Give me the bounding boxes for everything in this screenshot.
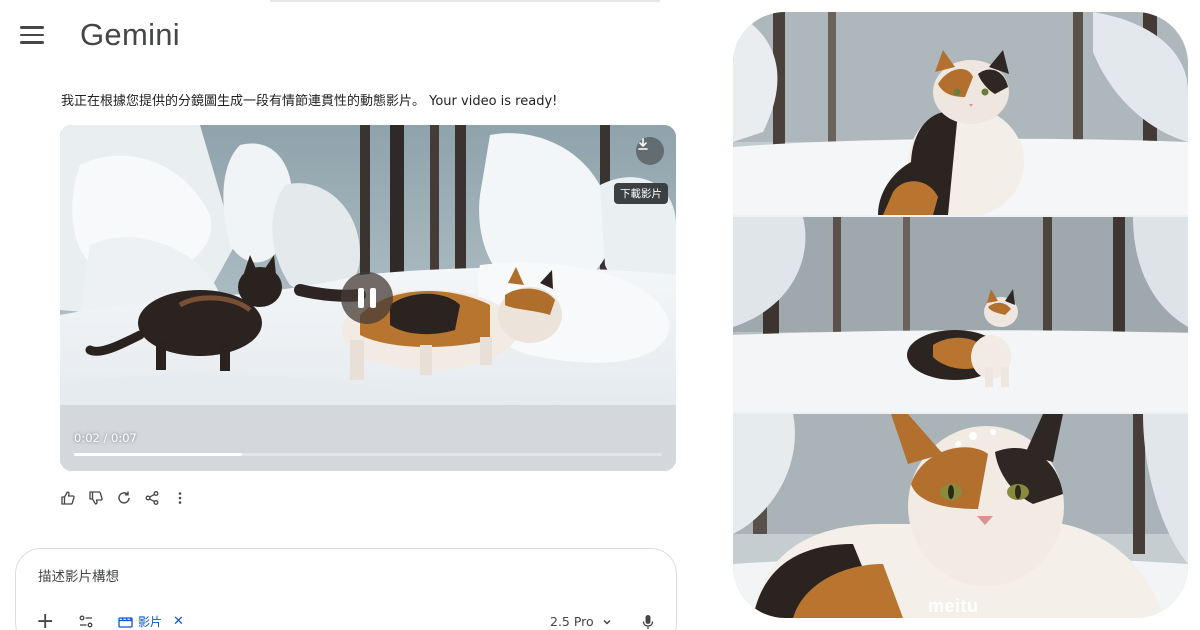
video-chip-label: 影片 <box>138 615 163 629</box>
watermark-logo: meitu <box>928 596 979 616</box>
menu-icon[interactable] <box>20 26 48 48</box>
download-tooltip: 下載影片 <box>614 183 668 204</box>
storyboard-panel-1 <box>733 12 1188 215</box>
more-vert-icon[interactable] <box>172 490 188 506</box>
thumb-down-icon[interactable] <box>88 490 104 506</box>
storyboard-panel-3 <box>733 414 1188 618</box>
response-text: 我正在根據您提供的分鏡圖生成一段有情節連貫性的動態影片。 Your video … <box>61 94 558 109</box>
model-selector[interactable]: 2.5 Pro <box>550 614 612 629</box>
app-title: Gemini <box>80 17 180 52</box>
response-actions <box>60 490 188 506</box>
prompt-toolbar: + 影片 ✕ 2.5 Pro <box>16 611 676 630</box>
top-divider <box>270 0 660 2</box>
pause-icon <box>358 288 364 308</box>
storyboard-collage: meitu <box>733 12 1188 618</box>
chevron-down-icon <box>603 619 611 625</box>
video-player[interactable]: 下載影片 0:02 / 0:07 <box>60 125 676 471</box>
thumb-up-icon[interactable] <box>60 490 76 506</box>
regenerate-icon[interactable] <box>116 490 132 506</box>
pause-button[interactable] <box>341 272 393 324</box>
tools-icon[interactable] <box>78 614 94 630</box>
video-time: 0:02 / 0:07 <box>74 431 137 445</box>
video-progress-bar[interactable] <box>74 453 662 456</box>
download-icon <box>638 138 648 150</box>
share-icon[interactable] <box>144 490 160 506</box>
prompt-box: + 影片 ✕ 2.5 Pro <box>15 548 677 630</box>
prompt-input[interactable] <box>38 569 598 585</box>
storyboard-panel-2 <box>733 217 1188 412</box>
model-label: 2.5 Pro <box>550 614 594 629</box>
remove-chip-icon[interactable]: ✕ <box>173 614 184 629</box>
video-progress-fill <box>74 453 243 456</box>
mic-icon[interactable] <box>641 614 655 630</box>
video-chip[interactable]: 影片 ✕ <box>118 613 184 630</box>
add-icon[interactable]: + <box>36 611 54 630</box>
download-button[interactable]: 下載影片 <box>614 137 668 204</box>
video-clapper-icon <box>118 616 133 628</box>
gemini-pane: Gemini 我正在根據您提供的分鏡圖生成一段有情節連貫性的動態影片。 Your… <box>0 0 700 630</box>
